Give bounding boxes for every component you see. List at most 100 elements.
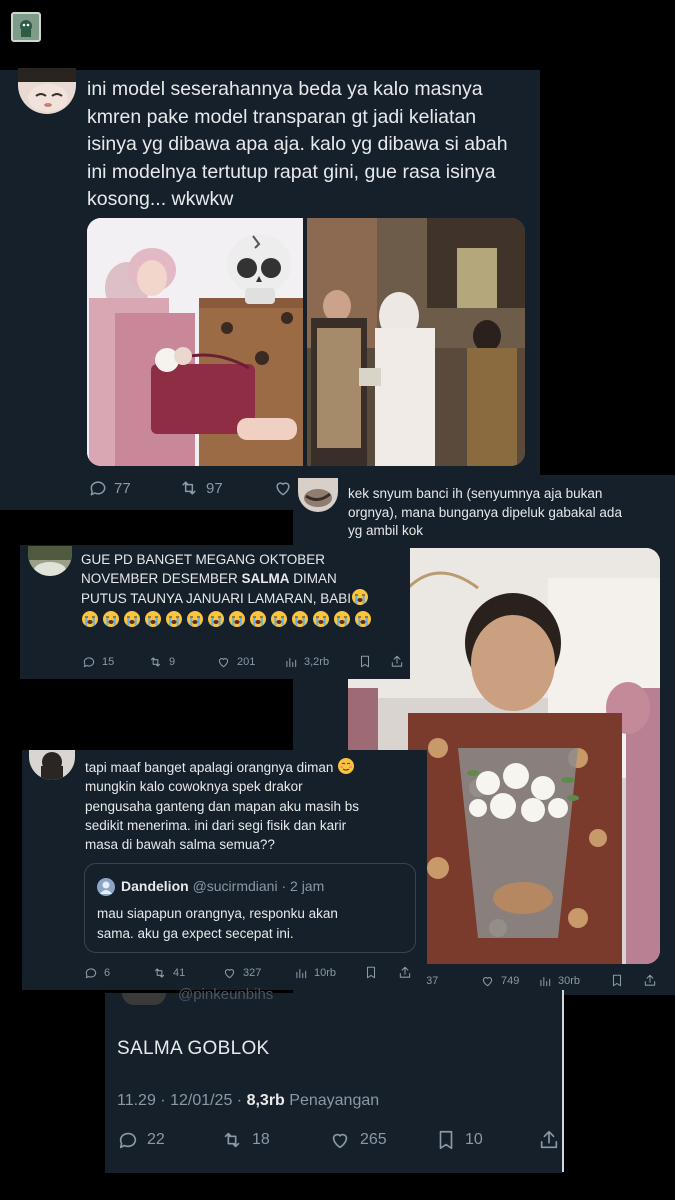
quote-author-handle: @sucirmdiani: [192, 878, 278, 894]
retweet-icon: [224, 1132, 240, 1148]
text-line: mau siapapun orangnya, responku akan: [97, 906, 338, 921]
bookmark-icon: [360, 655, 370, 668]
tweet-text: GUE PD BANGET MEGANG OKTOBER NOVEMBER DE…: [81, 551, 406, 630]
bookmark-button[interactable]: [364, 965, 398, 980]
views-count: 30rb: [558, 974, 581, 987]
like-count: 749: [501, 974, 520, 987]
views-icon: [286, 657, 297, 667]
quote-tweet[interactable]: Dandelion @sucirmdiani · 2 jam mau siapa…: [84, 863, 416, 953]
heart-icon: [332, 1133, 348, 1149]
retweet-icon: [150, 656, 161, 667]
relieved-emoji-icon: [337, 757, 355, 775]
bookmark-icon: [366, 966, 376, 979]
bookmark-icon: [439, 1130, 453, 1150]
share-button[interactable]: [398, 965, 412, 980]
reply-button[interactable]: 15: [82, 655, 148, 669]
tweet-photo-right[interactable]: [307, 218, 525, 466]
text-line: kmren pake model transparan gt jadi keli…: [87, 105, 477, 128]
reply-button[interactable]: 77: [88, 478, 178, 498]
heart-icon: [276, 482, 290, 496]
like-button[interactable]: 201: [216, 655, 284, 669]
bookmark-count: 10: [465, 1131, 483, 1148]
author-avatar-partial[interactable]: [122, 993, 166, 1005]
text-line: PUTUS TAUNYA JANUARI LAMARAN, BABI: [81, 588, 406, 609]
thread-line: [562, 990, 564, 1172]
retweet-button[interactable]: 41: [152, 966, 222, 980]
tweet-actions: 22 18 265 10: [117, 1129, 560, 1151]
text-line: ini model seserahannya beda ya kalo masn…: [87, 78, 483, 100]
reply-button[interactable]: , 37: [420, 975, 480, 987]
like-count: 265: [360, 1131, 387, 1148]
views-count: 8,3rb: [246, 1092, 285, 1109]
author-handle[interactable]: @pinkeunbihs: [178, 986, 273, 1004]
reply-icon: [119, 1132, 137, 1149]
views-icon: [540, 976, 551, 986]
text-line: tapi maaf banget apalagi orangnya diman: [85, 757, 420, 777]
loudly-crying-emoji-icon: [165, 610, 183, 628]
quote-avatar: [97, 878, 115, 896]
reply-button[interactable]: 22: [117, 1129, 220, 1151]
share-button[interactable]: [390, 654, 404, 669]
text-line: sama. aku ga expect secepat ini.: [97, 925, 294, 941]
tweet-text: ini model seserahannya beda ya kalo masn…: [87, 76, 537, 214]
share-button[interactable]: [538, 1129, 560, 1151]
share-icon: [399, 966, 411, 978]
retweet-button[interactable]: 97: [178, 478, 272, 498]
retweet-button[interactable]: 18: [220, 1129, 328, 1151]
views-button[interactable]: 10rb: [294, 966, 364, 980]
reply-count: 15: [102, 655, 115, 668]
like-button[interactable]: 327: [222, 966, 294, 980]
text-line: yg ambil kok: [348, 523, 424, 538]
tweet-timestamp: 11.29 · 12/01/25 · 8,3rb Penayangan: [117, 1092, 379, 1110]
heart-icon: [218, 657, 229, 667]
text-line: GUE PD BANGET MEGANG OKTOBER: [81, 552, 326, 567]
views-button[interactable]: 3,2rb: [284, 655, 358, 669]
bookmark-button[interactable]: [358, 654, 390, 669]
views-count: 10rb: [314, 966, 337, 979]
heart-icon: [482, 976, 493, 986]
quote-text: mau siapapun orangnya, responku akan sam…: [97, 904, 407, 943]
reply-count: 22: [147, 1131, 165, 1148]
share-button[interactable]: [643, 973, 657, 988]
bookmark-button[interactable]: [610, 973, 643, 988]
share-icon: [540, 1130, 558, 1149]
loudly-crying-emoji-icon: [249, 610, 267, 628]
text-line: masa di bawah salma semua??: [85, 837, 275, 853]
text-line: isinya yg dibawa apa aja. kalo yg dibawa…: [87, 133, 508, 155]
tweet-photo-left[interactable]: [87, 218, 303, 466]
retweet-icon: [154, 967, 165, 978]
loudly-crying-emoji-icon: [351, 588, 369, 606]
tweet-text: tapi maaf banget apalagi orangnya diman …: [85, 757, 420, 854]
bookmark-icon: [612, 974, 622, 987]
bookmark-button[interactable]: 10: [435, 1129, 538, 1151]
retweet-icon: [182, 481, 196, 495]
like-button[interactable]: 749: [480, 974, 538, 988]
reply-button[interactable]: 6: [84, 966, 152, 980]
views-label: Penayangan: [284, 1092, 380, 1109]
bold-name: SALMA: [241, 570, 290, 586]
like-button[interactable]: 265: [328, 1129, 435, 1151]
retweet-count: 41: [173, 966, 186, 979]
tweet-actions: , 37 749 30rb: [420, 973, 657, 988]
tweet-actions: 6 41 327 10rb: [84, 965, 412, 980]
reply-icon: [85, 967, 97, 978]
reply-icon: [83, 656, 95, 667]
views-icon: [296, 968, 307, 978]
like-button[interactable]: [272, 478, 294, 498]
text-line: sedikit menerima. ini dari segi fisik da…: [85, 817, 347, 833]
loudly-crying-emoji-icon: [312, 610, 330, 628]
timestamp-text: 11.29 · 12/01/25 ·: [117, 1092, 247, 1109]
loudly-crying-emoji-icon: [102, 610, 120, 628]
retweet-count: 97: [206, 479, 223, 497]
text-line: ini modelnya tertutup rapat gini, gue ra…: [87, 160, 496, 183]
heart-icon: [224, 968, 235, 978]
loudly-crying-emoji-icon: [354, 610, 372, 628]
views-button[interactable]: 30rb: [538, 974, 610, 988]
text-line: kek snyum banci ih (senyumnya aja bukan: [348, 486, 603, 501]
tweet-actions: 77 97: [88, 478, 294, 498]
text-line: mungkin kalo cowoknya spek drakor: [85, 779, 303, 795]
quote-header: Dandelion @sucirmdiani · 2 jam: [121, 878, 324, 894]
like-count: 327: [243, 966, 262, 979]
views-count: 3,2rb: [304, 655, 330, 668]
retweet-button[interactable]: 9: [148, 655, 216, 669]
